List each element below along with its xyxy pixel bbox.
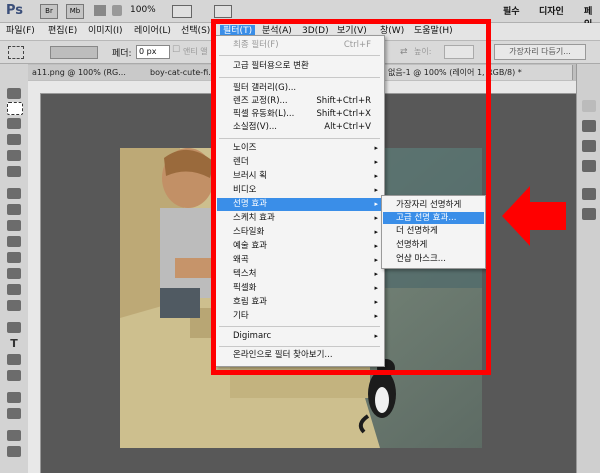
3d-rotate-tool-icon[interactable]: [7, 392, 21, 403]
screen-mode-icon[interactable]: [214, 5, 232, 18]
feather-input[interactable]: 0 px: [136, 45, 170, 59]
menu-layer[interactable]: 레이어(L): [134, 25, 171, 38]
view-extras-icon[interactable]: [94, 5, 106, 16]
menu-select[interactable]: 선택(S): [181, 25, 210, 38]
refine-edge-button[interactable]: 가장자리 다듬기...: [494, 44, 586, 60]
hand-tool-icon-panel[interactable]: [7, 430, 21, 441]
feather-label: 페더:: [112, 49, 132, 59]
panel-dock: [576, 64, 600, 473]
tab-document-1[interactable]: a11.png @ 100% (RG...: [28, 65, 147, 80]
antialias-label: 앤티 앨: [183, 47, 208, 56]
marquee-tool-icon[interactable]: [7, 102, 23, 115]
menu-file[interactable]: 파일(F): [6, 25, 35, 38]
tools-panel: T: [0, 64, 29, 473]
dodge-tool-icon[interactable]: [7, 300, 21, 311]
workspace-design[interactable]: 디자인: [539, 4, 564, 17]
crop-tool-icon[interactable]: [7, 150, 21, 161]
eraser-tool-icon[interactable]: [7, 252, 21, 263]
lasso-tool-icon[interactable]: [7, 118, 21, 129]
brush-tool-icon[interactable]: [7, 204, 21, 215]
arrange-documents-icon[interactable]: [172, 5, 192, 18]
annotation-arrow-icon: [502, 186, 566, 246]
menu-edit[interactable]: 편집(E): [48, 25, 77, 38]
zoom-level[interactable]: 100%: [130, 5, 156, 15]
spot-healing-tool-icon[interactable]: [7, 188, 21, 199]
shape-tool-icon[interactable]: [7, 370, 21, 381]
hand-tool-icon[interactable]: [112, 5, 122, 16]
type-tool-icon[interactable]: T: [7, 338, 21, 349]
photo-cat-chest: [375, 387, 389, 413]
zoom-tool-icon[interactable]: [7, 446, 21, 457]
mini-bridge-icon[interactable]: Mb: [66, 4, 84, 19]
bridge-icon[interactable]: Br: [40, 4, 58, 19]
antialias-checkbox[interactable]: ☐: [172, 45, 180, 55]
menu-image[interactable]: 이미지(I): [88, 25, 123, 38]
selection-mode-icons[interactable]: [50, 46, 98, 59]
actions-panel-icon[interactable]: [582, 208, 596, 220]
layers-panel-icon[interactable]: [582, 160, 596, 172]
panel-options-icon[interactable]: [582, 100, 596, 112]
pen-tool-icon[interactable]: [7, 322, 21, 333]
annotation-highlight-box: [211, 19, 491, 375]
photoshop-logo: Ps: [6, 3, 24, 18]
workspace-essentials[interactable]: 필수: [503, 4, 520, 17]
move-tool-icon[interactable]: [7, 88, 21, 99]
gradient-tool-icon[interactable]: [7, 268, 21, 279]
history-brush-tool-icon[interactable]: [7, 236, 21, 247]
eyedropper-tool-icon[interactable]: [7, 166, 21, 177]
photo-boy-shorts: [160, 288, 200, 318]
clone-stamp-tool-icon[interactable]: [7, 220, 21, 231]
3d-orbit-tool-icon[interactable]: [7, 408, 21, 419]
blur-tool-icon[interactable]: [7, 284, 21, 295]
vertical-ruler: [28, 93, 41, 473]
history-panel-icon[interactable]: [582, 188, 596, 200]
path-selection-tool-icon[interactable]: [7, 354, 21, 365]
quick-select-tool-icon[interactable]: [7, 134, 21, 145]
marquee-preset-icon[interactable]: [8, 46, 24, 59]
color-panel-icon[interactable]: [582, 120, 596, 132]
adjustments-panel-icon[interactable]: [582, 140, 596, 152]
